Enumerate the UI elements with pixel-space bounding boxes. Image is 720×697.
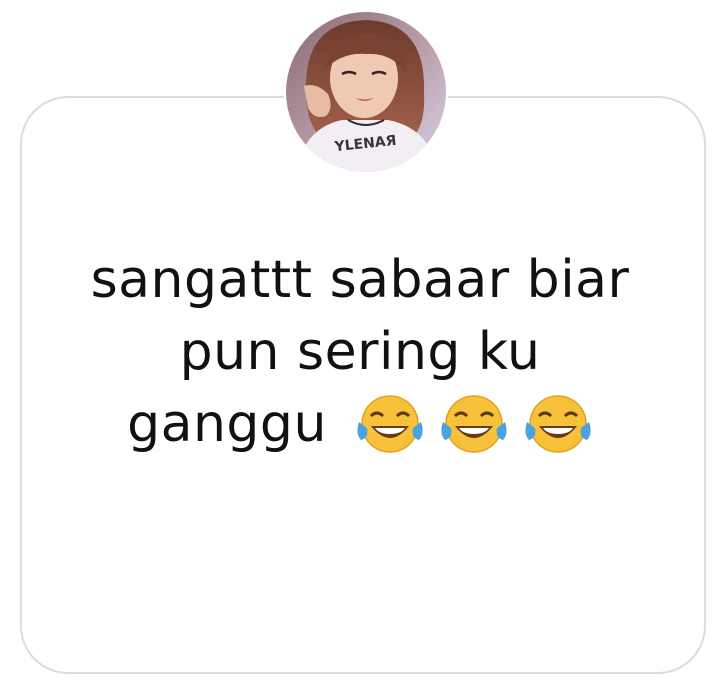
- avatar-photo: YLENAЯ: [286, 12, 446, 172]
- avatar-frame: YLENAЯ: [284, 10, 448, 174]
- message-line-3: ganggu: [40, 388, 680, 463]
- message-text: sangattt sabaar biar pun sering ku gangg…: [40, 244, 680, 463]
- message-line-3-text: ganggu: [127, 394, 327, 454]
- face-with-tears-of-joy-icon: [525, 395, 591, 453]
- message-line-2: pun sering ku: [179, 322, 541, 382]
- message-line-1: sangattt sabaar biar: [90, 250, 630, 310]
- story-question-card-page: YLENAЯ sangattt sabaar biar pun sering k…: [0, 0, 720, 697]
- emoji-group: [341, 385, 593, 457]
- face-with-tears-of-joy-icon: [441, 395, 507, 453]
- avatar[interactable]: YLENAЯ: [286, 12, 446, 172]
- face-with-tears-of-joy-icon: [357, 395, 423, 453]
